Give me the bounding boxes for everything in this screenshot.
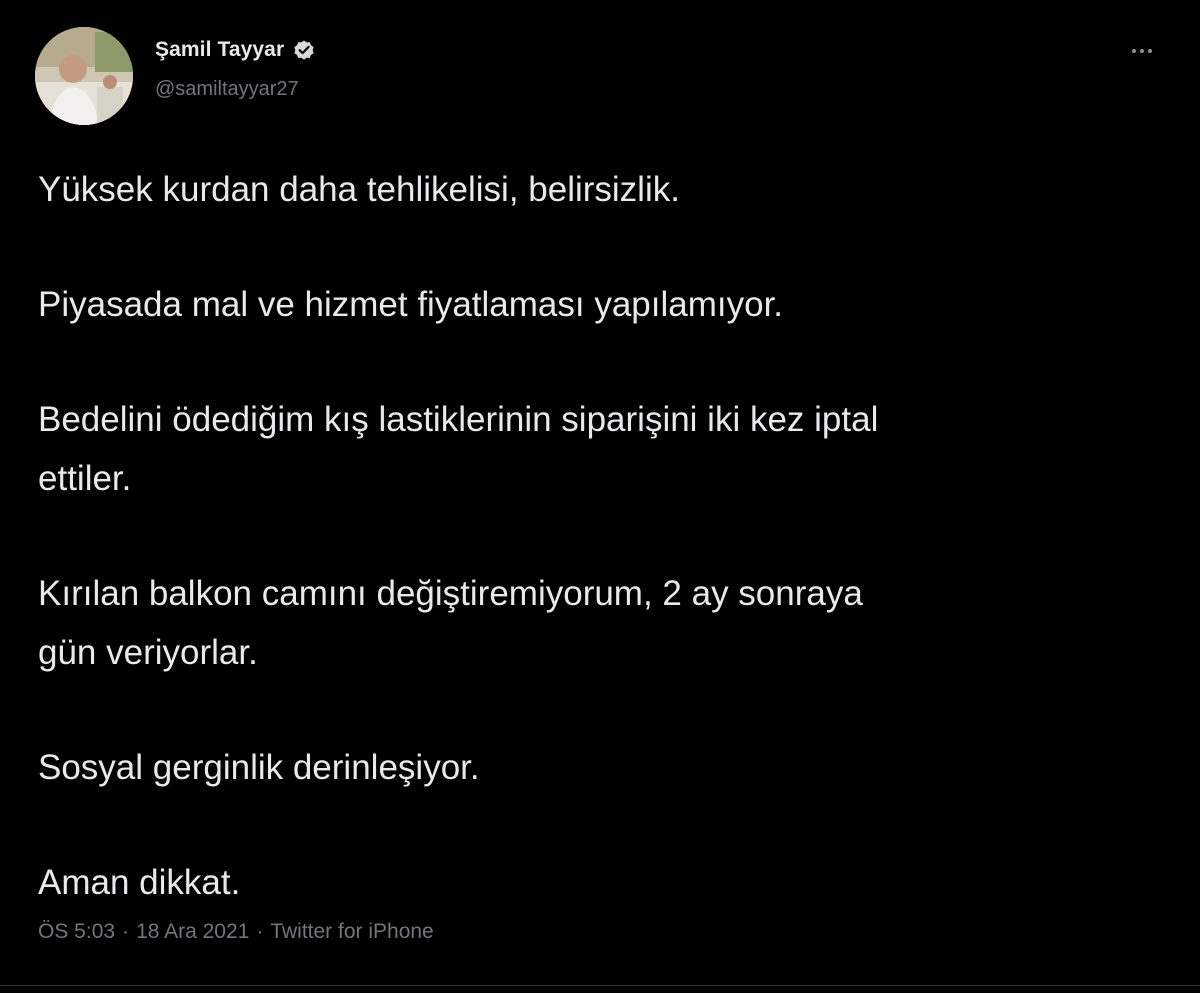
tweet-text: Yüksek kurdan daha tehlikelisi, belirsiz…	[38, 160, 1168, 968]
profile-photo-icon	[35, 27, 133, 125]
tweet-paragraph: Aman dikkat.	[38, 863, 241, 902]
tweet-paragraph: Bedelini ödediğim kış lastiklerinin sipa…	[38, 400, 879, 498]
author-name-row: Şamil Tayyar	[155, 38, 316, 62]
divider	[0, 985, 1200, 986]
more-options-button[interactable]	[1125, 34, 1159, 68]
verified-badge-icon	[292, 38, 316, 62]
avatar[interactable]	[35, 27, 133, 125]
meta-separator: ·	[122, 920, 130, 943]
tweet-paragraph: Kırılan balkon camını değiştiremiyorum, …	[38, 574, 863, 672]
more-horizontal-icon	[1130, 49, 1154, 53]
tweet-source-link[interactable]: Twitter for iPhone	[270, 920, 433, 944]
tweet-paragraph: Yüksek kurdan daha tehlikelisi, belirsiz…	[38, 170, 680, 209]
tweet-date-link[interactable]: 18 Ara 2021	[136, 920, 249, 944]
tweet-card: Şamil Tayyar @samiltayyar27 Yüksek kurda…	[0, 0, 1200, 993]
tweet-metadata: ÖS 5:03 · 18 Ara 2021 · Twitter for iPho…	[38, 920, 434, 944]
author-handle[interactable]: @samiltayyar27	[155, 78, 299, 101]
meta-separator: ·	[256, 920, 264, 943]
author-display-name[interactable]: Şamil Tayyar	[155, 38, 284, 62]
tweet-timestamp-link[interactable]: ÖS 5:03	[38, 920, 115, 944]
tweet-paragraph: Piyasada mal ve hizmet fiyatlaması yapıl…	[38, 285, 784, 324]
tweet-paragraph: Sosyal gerginlik derinleşiyor.	[38, 748, 480, 787]
